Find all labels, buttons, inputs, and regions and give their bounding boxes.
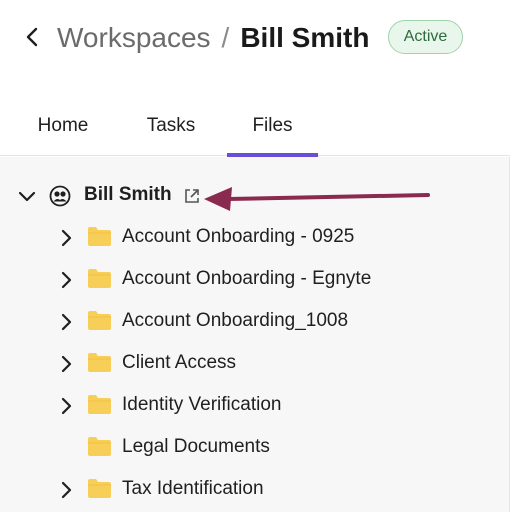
folder-label: Account Onboarding_1008 <box>122 310 349 331</box>
tab-home[interactable]: Home <box>36 96 90 156</box>
chevron-right-icon <box>61 355 72 373</box>
tree-root-label[interactable]: Bill Smith <box>84 184 172 206</box>
chevron-down-icon <box>18 191 36 202</box>
chevron-right-icon <box>61 229 72 247</box>
breadcrumb-workspaces-link[interactable]: Workspaces <box>57 22 211 54</box>
chevron-left-icon <box>26 27 38 47</box>
expand-toggle[interactable] <box>56 396 76 416</box>
folder-row[interactable]: Account Onboarding - Egnyte <box>0 263 510 297</box>
folder-row[interactable]: Account Onboarding - 0925 <box>0 221 510 255</box>
expand-toggle[interactable] <box>56 480 76 500</box>
collapse-toggle[interactable] <box>17 186 37 206</box>
back-button[interactable] <box>18 22 46 52</box>
tab-tasks[interactable]: Tasks <box>143 96 199 156</box>
folder-label: Identity Verification <box>122 394 282 415</box>
tab-bar: Home Tasks Files <box>0 96 510 157</box>
folder-icon <box>88 353 111 372</box>
external-link-icon[interactable] <box>183 187 201 205</box>
folder-row[interactable]: Account Onboarding_1008 <box>0 305 510 339</box>
expand-toggle[interactable] <box>56 354 76 374</box>
tab-files[interactable]: Files <box>227 96 318 157</box>
folder-icon <box>88 227 111 246</box>
status-badge: Active <box>388 20 463 54</box>
breadcrumb-separator: / <box>221 22 230 53</box>
folder-label: Legal Documents <box>122 436 270 457</box>
folder-label: Account Onboarding - 0925 <box>122 226 355 247</box>
annotation-arrow-icon <box>204 187 430 211</box>
folder-icon <box>88 311 111 330</box>
user-group-icon <box>49 185 71 207</box>
folder-row[interactable]: Client Access <box>0 347 510 381</box>
folder-icon <box>88 437 111 456</box>
chevron-right-icon <box>61 481 72 499</box>
chevron-right-icon <box>61 313 72 331</box>
expand-toggle[interactable] <box>56 270 76 290</box>
folder-icon <box>88 479 111 498</box>
chevron-right-icon <box>61 271 72 289</box>
folder-label: Account Onboarding - Egnyte <box>122 268 372 289</box>
breadcrumb: Workspaces / Bill Smith <box>57 18 369 58</box>
chevron-right-icon <box>61 397 72 415</box>
folder-icon <box>88 395 111 414</box>
folder-row[interactable]: Tax Identification <box>0 473 510 507</box>
page-header: Workspaces / Bill Smith Active <box>0 0 510 76</box>
expand-toggle[interactable] <box>56 228 76 248</box>
page-title: Bill Smith <box>240 22 370 53</box>
folder-icon <box>88 269 111 288</box>
folder-row[interactable]: Identity Verification <box>0 389 510 423</box>
expand-toggle[interactable] <box>56 312 76 332</box>
folder-row[interactable]: Legal Documents <box>0 431 510 465</box>
folder-label: Client Access <box>122 352 237 373</box>
folder-label: Tax Identification <box>122 478 264 499</box>
